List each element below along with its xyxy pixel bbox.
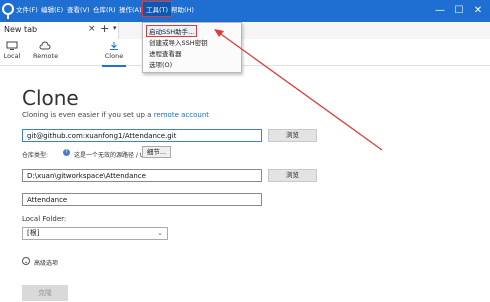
tool-remote-label: Remote: [33, 52, 59, 60]
local-folder-select[interactable]: [根] ⌄: [22, 227, 168, 240]
menu-help[interactable]: 帮助(H): [171, 4, 194, 14]
remote-account-link[interactable]: remote account: [154, 111, 209, 119]
menu-view[interactable]: 查看(V): [67, 4, 90, 14]
browse-destination-button[interactable]: 浏览: [268, 169, 317, 182]
download-icon: [110, 42, 118, 50]
toolbar: Local Remote Clone: [0, 39, 490, 67]
menu-tools[interactable]: 工具(T): [141, 1, 173, 17]
tab-new-tab[interactable]: New tab × + ▾: [0, 22, 119, 39]
cloud-icon: [39, 41, 51, 50]
chevron-down-icon: ⌄: [157, 229, 163, 237]
sourcetree-logo-icon: [2, 3, 14, 19]
local-folder-value: [根]: [27, 229, 40, 237]
source-url-field[interactable]: git@github.com:xuanfong1/Attendance.git: [22, 129, 262, 142]
tool-remote[interactable]: Remote: [33, 39, 59, 65]
menu-item-launch-ssh-agent[interactable]: 启动SSH助手...: [145, 25, 198, 37]
add-tab-icon[interactable]: +: [100, 22, 109, 35]
title-bar: 文件(F) 编辑(E) 查看(V) 仓库(R) 操作(A) 工具(T) 帮助(H…: [0, 0, 490, 22]
tool-local-label: Local: [3, 52, 21, 60]
close-window-button[interactable]: ✕: [472, 5, 484, 17]
help-icon: ?: [63, 149, 70, 156]
tool-clone[interactable]: Clone: [102, 39, 126, 67]
repo-type-status: 这是一个无效的源路径 / URL: [74, 152, 152, 159]
page-subtitle: Cloning is even easier if you set up a r…: [22, 111, 209, 119]
browse-source-button[interactable]: 浏览: [268, 129, 317, 142]
expand-chevron-icon[interactable]: ⌄: [22, 257, 30, 265]
menu-edit[interactable]: 编辑(E): [41, 4, 63, 14]
tool-local[interactable]: Local: [3, 39, 21, 65]
name-field[interactable]: Attendance: [22, 193, 262, 206]
menu-actions[interactable]: 操作(A): [119, 4, 142, 14]
tab-bar: New tab × + ▾: [0, 22, 490, 40]
menu-item-options[interactable]: 选项(O): [149, 59, 172, 69]
tools-dropdown-menu: 启动SSH助手... 创建或导入SSH密钥 进程查看器 选项(O): [142, 22, 242, 73]
advanced-options-label[interactable]: 高级选项: [34, 258, 58, 267]
subtitle-text: Cloning is even easier if you set up a: [22, 111, 154, 119]
repo-type-label: 仓库类型:: [22, 152, 49, 159]
menu-repository[interactable]: 仓库(R): [93, 4, 116, 14]
menu-item-create-ssh-key[interactable]: 创建或导入SSH密钥: [149, 37, 208, 47]
menu-item-process-viewer[interactable]: 进程查看器: [149, 48, 182, 58]
monitor-icon: [6, 41, 18, 50]
local-folder-label: Local Folder:: [22, 215, 67, 223]
tab-dropdown-icon[interactable]: ▾: [113, 24, 117, 32]
details-button[interactable]: 细节...: [142, 146, 171, 158]
maximize-button[interactable]: ☐: [453, 5, 465, 17]
minimize-button[interactable]: —: [434, 5, 446, 17]
page-title: Clone: [22, 86, 79, 110]
tab-close-icon[interactable]: ×: [88, 24, 96, 34]
tool-clone-label: Clone: [104, 52, 124, 60]
destination-path-field[interactable]: D:\xuan\gitworkspace\Attendance: [22, 169, 262, 182]
menu-file[interactable]: 文件(F): [16, 4, 38, 14]
tab-label: New tab: [4, 25, 38, 34]
clone-button[interactable]: 克隆: [22, 285, 68, 301]
